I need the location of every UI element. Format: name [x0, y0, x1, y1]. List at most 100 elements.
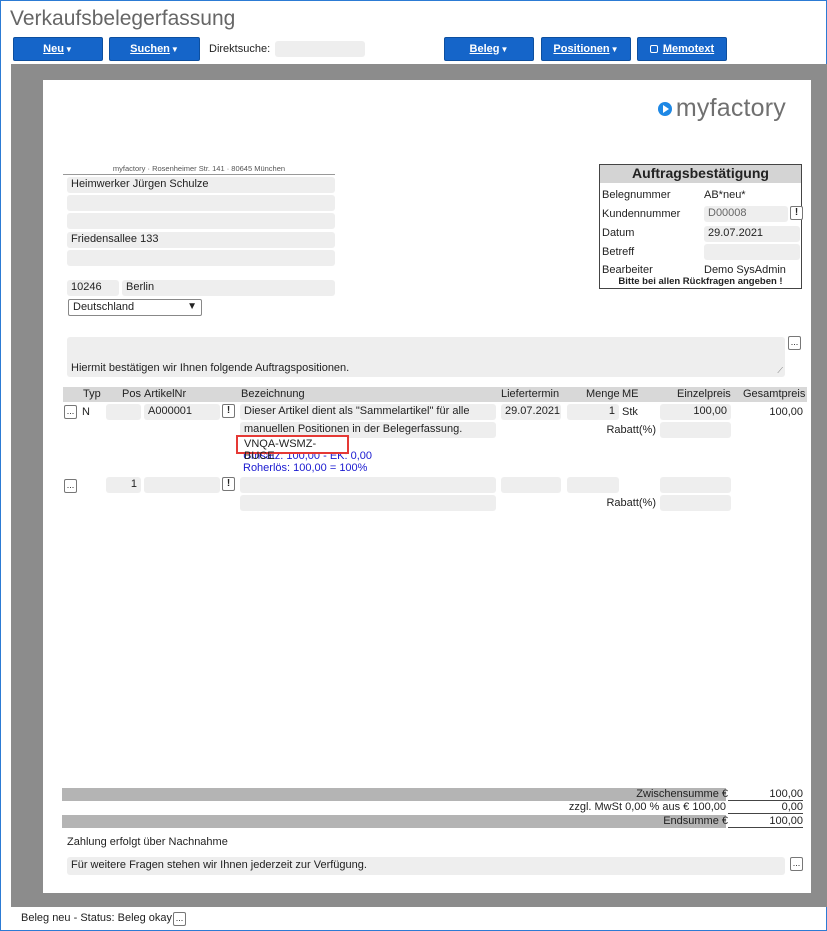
- intro-more-button[interactable]: ...: [788, 336, 801, 350]
- row2-bezeichnung-line1[interactable]: [240, 477, 496, 493]
- memotext-label: Memotext: [662, 43, 715, 55]
- intro-text: Hiermit bestätigen wir Ihnen folgende Au…: [71, 362, 350, 374]
- row2-menge-field[interactable]: [567, 477, 619, 493]
- belegnummer-value: AB*neu*: [704, 189, 746, 201]
- ellipsis-icon: ...: [66, 480, 75, 490]
- row2-liefertermin-field[interactable]: [501, 477, 561, 493]
- row1-artikelnr-field[interactable]: A000001: [144, 404, 220, 420]
- kundennummer-label: Kundennummer: [602, 208, 681, 220]
- row1-liefertermin-field[interactable]: 29.07.2021: [501, 404, 561, 420]
- bearbeiter-label: Bearbeiter: [602, 264, 653, 276]
- row1-rabatt-field[interactable]: [660, 422, 731, 438]
- ellipsis-icon: ...: [175, 913, 184, 923]
- header-menge: Menge: [586, 388, 620, 400]
- sender-line: myfactory · Rosenheimer Str. 141 · 80645…: [63, 164, 335, 175]
- row2-einzelpreis-field[interactable]: [660, 477, 731, 493]
- header-typ: Typ: [83, 388, 101, 400]
- country-value: Deutschland: [73, 301, 135, 313]
- play-icon: [657, 101, 672, 116]
- row1-me: Stk: [622, 406, 638, 418]
- header-pos: Pos: [122, 388, 141, 400]
- header-einzelpreis: Einzelpreis: [677, 388, 731, 400]
- city-field[interactable]: Berlin: [122, 280, 335, 296]
- beleg-label: Beleg: [469, 43, 500, 55]
- row1-pos-field[interactable]: [106, 404, 141, 420]
- ellipsis-icon: ...: [792, 858, 801, 868]
- footer-more-button[interactable]: ...: [790, 857, 803, 871]
- row1-rabatt-label: Rabatt(%): [606, 424, 656, 436]
- row1-rohertrag-info: Roherlös: 100,00 = 100%: [243, 462, 368, 474]
- address-line2-field[interactable]: [67, 195, 335, 211]
- exclamation-icon: !: [226, 478, 231, 489]
- header-bezeichnung: Bezeichnung: [241, 388, 305, 400]
- resize-grip-icon: ⟋: [777, 366, 783, 375]
- row2-artikelnr-field[interactable]: [144, 477, 220, 493]
- row1-bezeichnung-line1[interactable]: Dieser Artikel dient als "Sammelartikel"…: [240, 404, 496, 420]
- endsumme-label: Endsumme €: [663, 815, 728, 827]
- header-gesamtpreis: Gesamtpreis: [743, 388, 806, 400]
- endsumme-value: 100,00: [728, 815, 803, 828]
- document-info-box: Auftragsbestätigung Belegnummer AB*neu* …: [599, 164, 803, 289]
- chevron-down-icon: ▼: [187, 301, 197, 312]
- address-line3-field[interactable]: [67, 213, 335, 229]
- document-type-title: Auftragsbestätigung: [600, 165, 801, 183]
- row2-pos-field[interactable]: 1: [106, 477, 141, 493]
- row1-artikel-lookup-button[interactable]: !: [222, 404, 235, 418]
- mwst-value: 0,00: [728, 801, 803, 814]
- datum-field[interactable]: 29.07.2021: [704, 226, 800, 242]
- zwischensumme-label: Zwischensumme €: [636, 788, 728, 800]
- row2-menu-button[interactable]: ...: [64, 479, 77, 493]
- logo-text: myfactory: [675, 94, 786, 122]
- row2-rabatt-label: Rabatt(%): [606, 497, 656, 509]
- header-me: ME: [622, 388, 639, 400]
- exclamation-icon: !: [794, 207, 799, 218]
- positions-table-header: Typ Pos ArtikelNr Bezeichnung Lieferterm…: [63, 387, 807, 402]
- suchen-button[interactable]: Suchen ▼: [109, 37, 200, 61]
- address-street-field[interactable]: Friedensallee 133: [67, 232, 335, 248]
- neu-label: Neu: [43, 43, 64, 55]
- caret-down-icon: ▼: [500, 44, 509, 54]
- header-liefertermin: Liefertermin: [501, 388, 560, 400]
- bearbeiter-value: Demo SysAdmin: [704, 264, 786, 276]
- betreff-label: Betreff: [602, 246, 635, 258]
- kundennummer-field[interactable]: D00008: [704, 206, 788, 222]
- window-title: Verkaufsbelegerfassung: [10, 7, 236, 30]
- memo-icon: [649, 45, 658, 53]
- row1-code-highlight[interactable]: VNQA-WSMZ-BUCE: [236, 435, 349, 462]
- footer-textarea[interactable]: Für weitere Fragen stehen wir Ihnen jede…: [67, 857, 785, 875]
- row1-menge-field[interactable]: 1: [567, 404, 619, 420]
- status-more-button[interactable]: ...: [173, 912, 186, 926]
- neu-button[interactable]: Neu ▼: [13, 37, 103, 61]
- caret-down-icon: ▼: [610, 44, 619, 54]
- caret-down-icon: ▼: [64, 44, 73, 54]
- direktsuche-input[interactable]: [275, 41, 365, 57]
- address-name-field[interactable]: Heimwerker Jürgen Schulze: [67, 177, 335, 193]
- positionen-button[interactable]: Positionen ▼: [541, 37, 631, 61]
- status-text: Beleg neu - Status: Beleg okay: [21, 912, 173, 924]
- beleg-button[interactable]: Beleg ▼: [444, 37, 534, 61]
- row1-typ: N: [82, 406, 90, 418]
- zwischensumme-value: 100,00: [728, 788, 803, 801]
- info-note: Bitte bei allen Rückfragen angeben !: [618, 276, 783, 287]
- payment-text: Zahlung erfolgt über Nachnahme: [67, 836, 228, 848]
- myfactory-logo: myfactory: [657, 94, 786, 123]
- row2-artikel-lookup-button[interactable]: !: [222, 477, 235, 491]
- betreff-field[interactable]: [704, 244, 800, 260]
- row1-menu-button[interactable]: ...: [64, 405, 77, 419]
- kunde-lookup-button[interactable]: !: [790, 206, 803, 220]
- suchen-label: Suchen: [130, 43, 170, 55]
- row1-gesamtpreis: 100,00: [769, 406, 803, 418]
- mwst-label: zzgl. MwSt 0,00 % aus € 100,00: [568, 801, 726, 813]
- belegnummer-label: Belegnummer: [602, 189, 671, 201]
- footer-text: Für weitere Fragen stehen wir Ihnen jede…: [71, 859, 367, 871]
- intro-textarea[interactable]: Hiermit bestätigen wir Ihnen folgende Au…: [67, 337, 785, 377]
- exclamation-icon: !: [226, 405, 231, 416]
- row2-rabatt-field[interactable]: [660, 495, 731, 511]
- row2-bezeichnung-line2[interactable]: [240, 495, 496, 511]
- caret-down-icon: ▼: [170, 44, 179, 54]
- address-line5-field[interactable]: [67, 250, 335, 266]
- zip-field[interactable]: 10246: [67, 280, 119, 296]
- country-select[interactable]: Deutschland ▼: [68, 299, 202, 316]
- memotext-button[interactable]: Memotext: [637, 37, 727, 61]
- row1-einzelpreis-field[interactable]: 100,00: [660, 404, 731, 420]
